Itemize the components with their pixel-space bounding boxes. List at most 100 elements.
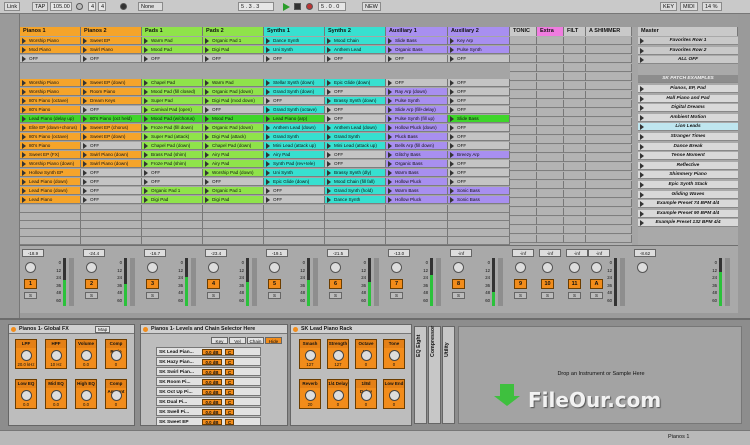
knob-icon[interactable]	[305, 350, 316, 361]
chain-row[interactable]: SK Swell Pi... 0.0 dB C	[156, 407, 261, 416]
empty-clip-slot[interactable]	[510, 91, 537, 99]
scene-row[interactable]: SK PATCH EXAMPLES	[638, 75, 738, 84]
chain-pan[interactable]: C	[225, 379, 234, 385]
empty-clip-slot[interactable]	[264, 237, 325, 245]
clip-play-icon[interactable]	[327, 188, 331, 194]
clip-slot[interactable]: Airy Pad	[203, 160, 264, 168]
clip-play-icon[interactable]	[450, 188, 454, 194]
empty-clip-slot[interactable]	[386, 205, 448, 213]
empty-clip-slot[interactable]	[586, 190, 632, 198]
clip-slot[interactable]: OFF	[81, 106, 142, 114]
volume-readout[interactable]: -24.4	[83, 249, 105, 257]
clip-play-icon[interactable]	[450, 80, 454, 86]
clip-slot[interactable]: OFF	[264, 55, 325, 63]
clip-play-icon[interactable]	[266, 47, 270, 53]
clip-play-icon[interactable]	[205, 47, 209, 53]
empty-clip-slot[interactable]	[325, 221, 386, 229]
clip-slot[interactable]: OFF	[81, 196, 142, 204]
knob-icon[interactable]	[389, 350, 400, 361]
volume-readout[interactable]: -inf	[450, 249, 472, 257]
empty-clip-slot[interactable]	[537, 181, 564, 189]
empty-clip-slot[interactable]	[537, 145, 564, 153]
clip-slot[interactable]: Super Pad	[142, 97, 203, 105]
empty-clip-slot[interactable]	[537, 46, 564, 54]
solo-button[interactable]: S	[452, 292, 465, 299]
clip-slot[interactable]: Hollow Pluck (down)	[386, 124, 448, 132]
empty-clip-slot[interactable]	[142, 229, 203, 237]
chain-row[interactable]: SK Sweet EP 0.0 dB C	[156, 417, 261, 425]
clip-slot[interactable]: Pulse Synth (fill up)	[386, 115, 448, 123]
empty-clip-slot[interactable]	[510, 154, 537, 162]
clip-play-icon[interactable]	[144, 107, 148, 113]
clip-play-icon[interactable]	[266, 134, 270, 140]
volume-readout[interactable]: -inf	[566, 249, 588, 257]
empty-clip-slot[interactable]	[510, 235, 537, 243]
clip-slot[interactable]: Organic Bass	[386, 160, 448, 168]
empty-clip-slot[interactable]	[586, 208, 632, 216]
solo-button[interactable]: S	[207, 292, 220, 299]
clip-play-icon[interactable]	[450, 152, 454, 158]
empty-clip-slot[interactable]	[564, 199, 586, 207]
empty-clip-slot[interactable]	[537, 217, 564, 225]
empty-clip-slot[interactable]	[586, 235, 632, 243]
clip-slot[interactable]: Worship Pad (down)	[203, 169, 264, 177]
scene-launch-icon[interactable]	[640, 124, 644, 131]
empty-clip-slot[interactable]	[510, 118, 537, 126]
empty-clip-slot[interactable]	[510, 73, 537, 81]
device-power-icon[interactable]	[143, 327, 148, 332]
scene-row[interactable]: Favorites Row 1	[638, 37, 738, 45]
track-header[interactable]: FILT	[564, 27, 586, 36]
empty-clip-slot[interactable]	[81, 213, 142, 221]
clip-slot[interactable]: OFF	[142, 169, 203, 177]
clip-play-icon[interactable]	[327, 107, 331, 113]
scene-launch-icon[interactable]	[640, 220, 644, 227]
empty-clip-slot[interactable]	[264, 221, 325, 229]
volume-readout[interactable]: -13.0	[388, 249, 410, 257]
clip-slot[interactable]: Sweet EP (down)	[81, 133, 142, 141]
clip-slot[interactable]: Froze Pad (shim)	[142, 160, 203, 168]
clip-play-icon[interactable]	[266, 80, 270, 86]
scene-row[interactable]: Gliding Waves	[638, 190, 738, 199]
clip-slot[interactable]: Brassy Synth (down)	[325, 97, 386, 105]
clip-play-icon[interactable]	[144, 47, 148, 53]
clip-slot[interactable]: Froze Pad (fill down)	[142, 124, 203, 132]
clip-slot[interactable]: Warm Bass	[386, 169, 448, 177]
clip-slot[interactable]: Slide Bass	[448, 115, 510, 123]
clip-slot[interactable]: Super Pad (attack)	[142, 133, 203, 141]
solo-button[interactable]: S	[24, 292, 37, 299]
clip-slot[interactable]: Mood Pad (w/chorus)	[142, 115, 203, 123]
empty-clip-slot[interactable]	[586, 217, 632, 225]
empty-clip-slot[interactable]	[510, 37, 537, 45]
chain-pan[interactable]: C	[225, 349, 234, 355]
track-header[interactable]: Auxiliary 2	[448, 27, 510, 36]
scene-launch-icon[interactable]	[640, 134, 644, 140]
solo-button[interactable]: S	[85, 292, 98, 299]
clip-slot[interactable]: OFF	[264, 196, 325, 204]
pan-knob[interactable]	[515, 262, 526, 273]
clip-play-icon[interactable]	[450, 38, 454, 44]
clip-play-icon[interactable]	[327, 125, 331, 131]
clip-slot[interactable]: OFF	[81, 187, 142, 195]
empty-clip-slot[interactable]	[510, 109, 537, 117]
clip-play-icon[interactable]	[205, 116, 209, 122]
clip-slot[interactable]: OFF	[142, 178, 203, 186]
scene-launch-icon[interactable]	[640, 95, 644, 102]
empty-clip-slot[interactable]	[264, 213, 325, 221]
scene-row[interactable]: Reflective	[638, 161, 738, 170]
clip-slot[interactable]: Digi Pad (mod down)	[203, 97, 264, 105]
clip-play-icon[interactable]	[266, 161, 270, 167]
track-activator[interactable]: 9	[514, 279, 527, 289]
clip-slot[interactable]: Sweet EP (FX)	[20, 151, 81, 159]
empty-clip-slot[interactable]	[537, 118, 564, 126]
clip-slot[interactable]: Worship Piano (down)	[20, 160, 81, 168]
clip-slot[interactable]: Lead Piano (arp)	[264, 115, 325, 123]
clip-slot[interactable]: Digi Pad	[203, 196, 264, 204]
clip-slot[interactable]: Swirl Piano	[81, 46, 142, 54]
track-activator[interactable]: 8	[452, 279, 465, 289]
clip-slot[interactable]: Lead Piano (down)	[20, 178, 81, 186]
knob-icon[interactable]	[361, 390, 372, 401]
chain-row[interactable]: SK Hazy Pian... 0.0 dB C	[156, 357, 261, 366]
volume-readout[interactable]: -19.1	[266, 249, 288, 257]
song-position[interactable]: 5 . 3 . 3	[238, 2, 274, 11]
chain-tab[interactable]: Vel	[229, 337, 246, 344]
